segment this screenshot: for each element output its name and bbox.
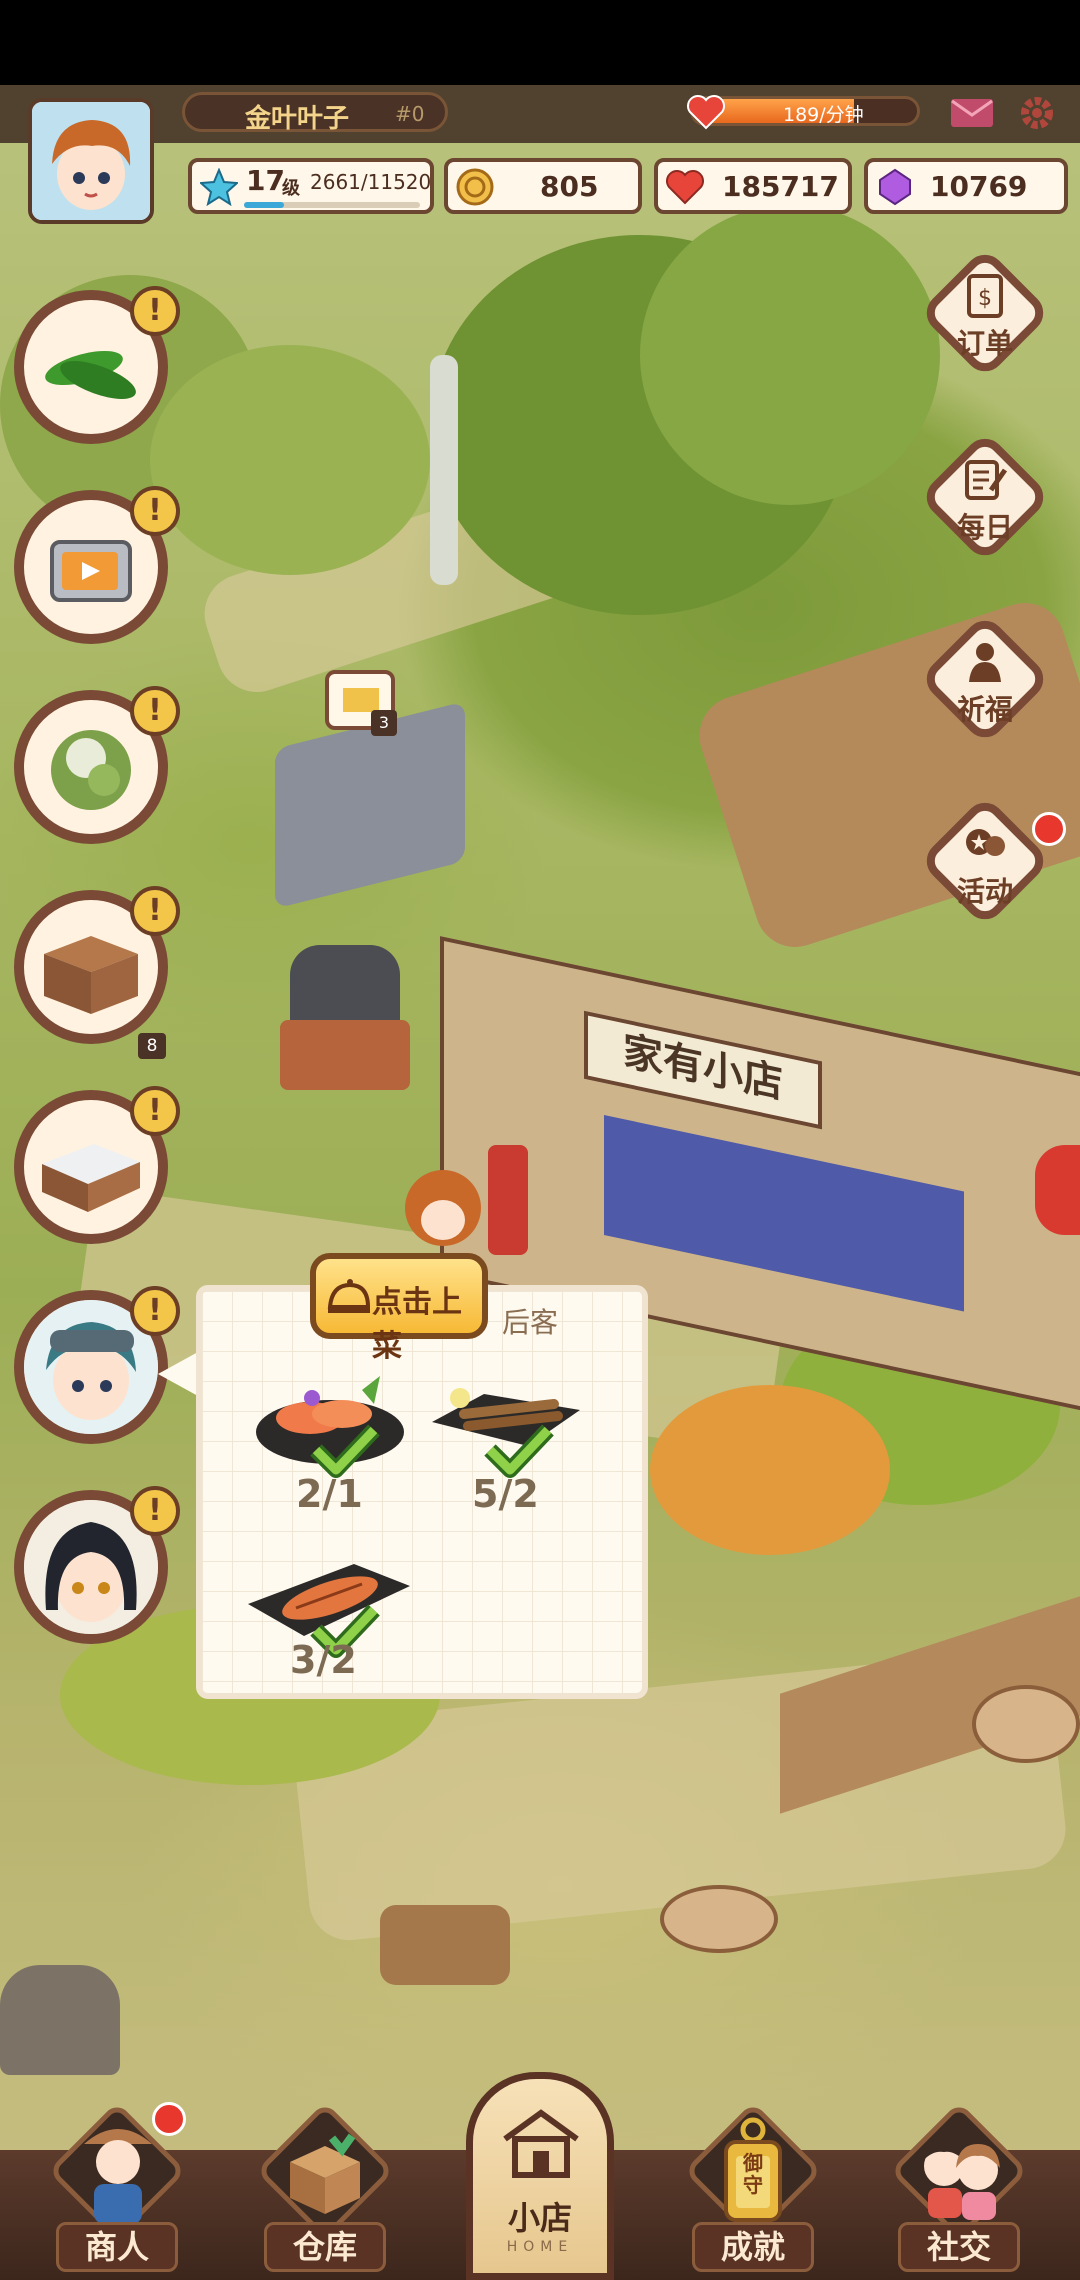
popup-pointer: [158, 1352, 198, 1396]
menu-orders[interactable]: $ 订单: [918, 246, 1052, 380]
buddha-icon: [969, 643, 1001, 682]
crate-count: 3: [371, 710, 397, 736]
nav-warehouse[interactable]: 仓库: [264, 2222, 386, 2272]
serve-button-label: 点击上菜: [372, 1285, 462, 1364]
crafting-machine[interactable]: [275, 701, 465, 909]
exp-value: 2661/11520: [310, 170, 432, 194]
checkmark-icon: [484, 1424, 554, 1478]
shop-curtain: [604, 1114, 964, 1312]
heart-icon: [666, 168, 704, 206]
menu-events-label: 活动: [956, 875, 1013, 908]
nav-social-tile[interactable]: [889, 2101, 1029, 2241]
rate-label: 189/分钟: [783, 104, 864, 126]
alert-badge: !: [130, 886, 180, 936]
jizo-statues: [0, 1965, 120, 2075]
achievement-badge-text: 御守: [743, 2151, 763, 2197]
autumn-tree: [650, 1385, 890, 1555]
heart-box[interactable]: 185717: [654, 158, 852, 214]
nav-warehouse-tile[interactable]: [255, 2101, 395, 2241]
menu-events[interactable]: 活动: [918, 794, 1052, 928]
stove: [280, 1020, 410, 1090]
player-name-bar[interactable]: 金叶叶子 #0: [182, 92, 448, 134]
chef-character[interactable]: [405, 1170, 481, 1246]
nav-social[interactable]: 社交: [898, 2222, 1020, 2272]
alert-badge: !: [130, 686, 180, 736]
alert-badge: !: [130, 486, 180, 536]
red-fan: [1035, 1145, 1080, 1235]
chef-face: [421, 1200, 465, 1240]
dish-count: 3/2: [290, 1638, 357, 1682]
daily-checklist-icon: [965, 460, 1008, 500]
serve-dish-button[interactable]: 点击上菜: [310, 1253, 488, 1364]
stone-pillar: [430, 355, 458, 585]
player-id-tag: #0: [395, 102, 425, 126]
svg-text:$: $: [978, 286, 992, 311]
tree-canopy: [150, 345, 430, 575]
log-pile: [380, 1905, 510, 1985]
red-mailbox[interactable]: [488, 1145, 528, 1255]
level-box[interactable]: 17 级 2661/11520: [188, 158, 434, 214]
purple-gem-icon: [876, 168, 914, 206]
coin-value: 805: [540, 170, 599, 203]
settings-gear-icon[interactable]: [1018, 94, 1056, 132]
menu-blessing[interactable]: 祈福: [918, 612, 1052, 746]
heart-value: 185717: [722, 170, 839, 203]
alert-badge: !: [130, 1086, 180, 1136]
shop-home-icon: [503, 2109, 579, 2178]
nav-achievement[interactable]: 成就: [692, 2222, 814, 2272]
exp-bar-fill: [244, 202, 285, 208]
merchant-notification-dot: [152, 2102, 186, 2136]
alert-badge: !: [130, 1486, 180, 1536]
nav-achievement-tile[interactable]: 御守: [683, 2101, 823, 2241]
gem-value: 10769: [930, 170, 1028, 203]
player-avatar[interactable]: [28, 98, 154, 224]
heart-rate-icon: [686, 94, 726, 130]
shop-sign: 家有小店: [584, 1010, 822, 1130]
crate-bubble[interactable]: 3: [325, 670, 397, 736]
nav-shop-sub: HOME: [506, 2239, 574, 2255]
menu-orders-label: 订单: [956, 327, 1013, 360]
menu-daily[interactable]: 每日: [918, 430, 1052, 564]
level-unit: 级: [282, 178, 300, 199]
player-name: 金叶叶子: [245, 104, 350, 134]
mail-icon[interactable]: [950, 98, 994, 128]
dish-sashimi[interactable]: 2/1: [250, 1370, 410, 1516]
star-level-icon: [198, 167, 240, 207]
coin-icon: [456, 168, 494, 206]
alert-badge: !: [130, 286, 180, 336]
tree-canopy: [640, 205, 940, 505]
alert-badge: !: [130, 1286, 180, 1336]
merchant-icon: [84, 2129, 152, 2224]
events-notification-dot: [1032, 812, 1066, 846]
checkmark-icon: [310, 1424, 380, 1478]
dish-count: 5/2: [472, 1472, 539, 1516]
tree-stump: [972, 1685, 1080, 1763]
menu-blessing-label: 祈福: [956, 693, 1013, 726]
warehouse-icon: [290, 2133, 360, 2214]
nav-merchant[interactable]: 商人: [56, 2222, 178, 2272]
menu-daily-label: 每日: [956, 511, 1013, 544]
nav-shop-label: 小店: [507, 2199, 572, 2237]
dish-count: 2/1: [296, 1472, 363, 1516]
stall-count: 8: [138, 1033, 166, 1059]
nav-shop-home[interactable]: 小店 HOME: [466, 2072, 614, 2280]
dish-grilled-fish[interactable]: 5/2: [424, 1370, 584, 1516]
coin-box[interactable]: 805: [444, 158, 642, 214]
exp-bar: [244, 202, 420, 208]
event-gift-icon: [966, 829, 1005, 856]
dish-grilled-squid[interactable]: 3/2: [244, 1550, 414, 1682]
gem-box[interactable]: 10769: [864, 158, 1068, 214]
social-icon: [922, 2140, 1000, 2220]
tree-stump: [660, 1885, 778, 1953]
serving-cloche-icon: [327, 1279, 371, 1313]
level-value: 17: [246, 164, 285, 197]
boy-chef-avatar: [32, 102, 150, 220]
order-book-icon: $: [967, 274, 1003, 318]
popup-title: 后客: [502, 1306, 559, 1339]
gold-bar-icon: [343, 688, 379, 712]
